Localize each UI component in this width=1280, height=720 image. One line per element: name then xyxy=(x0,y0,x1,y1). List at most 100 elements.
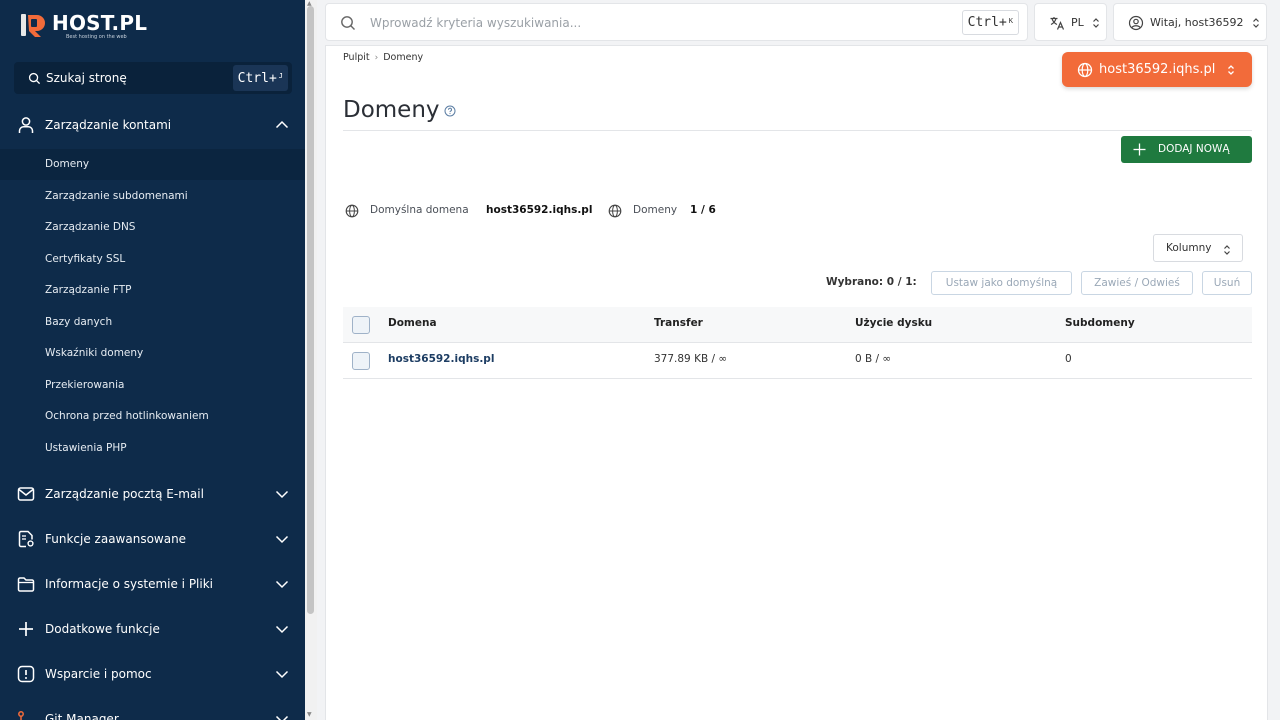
scroll-down-arrow-icon[interactable]: ▼ xyxy=(307,711,312,718)
domains-count-value: 1 / 6 xyxy=(690,204,716,216)
table-row: host36592.iqhs.pl 377.89 KB / ∞ 0 B / ∞ … xyxy=(343,343,1252,379)
suspend-button[interactable]: Zawieś / Odwieś xyxy=(1081,271,1193,295)
default-domain-value: host36592.iqhs.pl xyxy=(486,204,593,216)
scroll-up-arrow-icon[interactable]: ▲ xyxy=(307,0,312,7)
disk-usage-value: 0 B / ∞ xyxy=(855,353,892,365)
page-search-label: Szukaj stronę xyxy=(46,71,127,85)
nav-group-label: Funkcje zaawansowane xyxy=(45,532,187,546)
nav-group-label: Zarządzanie kontami xyxy=(45,118,172,132)
translate-icon xyxy=(1050,17,1065,30)
domains-count-label: Domeny xyxy=(633,204,678,216)
sidebar-item-ssl[interactable]: Certyfikaty SSL xyxy=(0,244,305,275)
page-search-button[interactable]: Szukaj stronę Ctrl+ J xyxy=(14,62,292,94)
search-icon xyxy=(28,72,41,84)
sidebar-item-ftp[interactable]: Zarządzanie FTP xyxy=(0,275,305,306)
delete-button[interactable]: Usuń xyxy=(1202,271,1252,295)
sidebar: HOST.PL Best hosting on the web Szukaj s… xyxy=(0,0,305,720)
sidebar-item-domain-pointers[interactable]: Wskaźniki domeny xyxy=(0,338,305,369)
language-label: PL xyxy=(1071,16,1084,29)
updown-icon xyxy=(1228,65,1234,75)
global-search-input[interactable] xyxy=(370,12,950,34)
domain-summary: Domyślna domena host36592.iqhs.pl Domeny… xyxy=(345,203,845,219)
chevron-up-icon xyxy=(275,120,289,129)
sidebar-item-domeny[interactable]: Domeny xyxy=(0,149,305,180)
chevron-down-icon xyxy=(275,715,289,720)
language-selector[interactable]: PL xyxy=(1034,3,1107,41)
nav-group-git[interactable]: Git Manager xyxy=(0,707,305,720)
title-divider xyxy=(343,130,1252,131)
sidebar-item-redirects[interactable]: Przekierowania xyxy=(0,370,305,401)
brand-name: HOST.PL xyxy=(52,11,148,35)
nav-group-extra[interactable]: Dodatkowe funkcje xyxy=(0,617,305,641)
columns-button[interactable]: Kolumny xyxy=(1153,234,1243,262)
nav-group-support[interactable]: Wsparcie i pomoc xyxy=(0,662,305,686)
globe-icon xyxy=(1077,62,1093,78)
breadcrumb-home-link[interactable]: Pulpit xyxy=(343,52,370,63)
updown-icon xyxy=(1253,18,1259,28)
nav-group-label: Git Manager xyxy=(45,712,119,720)
column-header-domain[interactable]: Domena xyxy=(388,317,437,329)
set-default-button[interactable]: Ustaw jako domyślną xyxy=(931,271,1072,295)
columns-label: Kolumny xyxy=(1166,242,1212,254)
nav-group-accounts[interactable]: Zarządzanie kontami xyxy=(0,113,305,137)
updown-icon xyxy=(1224,245,1230,255)
row-checkbox[interactable] xyxy=(352,352,370,370)
breadcrumb-separator-icon: › xyxy=(374,52,379,63)
nav-group-label: Zarządzanie pocztą E-mail xyxy=(45,487,204,501)
updown-icon xyxy=(1093,18,1099,28)
table-header: Domena Transfer Użycie dysku Subdomeny xyxy=(343,307,1252,343)
global-search[interactable]: Ctrl+K xyxy=(325,3,1028,41)
plus-icon xyxy=(19,622,33,636)
nav-group-label: Wsparcie i pomoc xyxy=(45,667,152,681)
nav-group-advanced[interactable]: Funkcje zaawansowane xyxy=(0,527,305,551)
folder-icon xyxy=(17,577,35,592)
chevron-down-icon xyxy=(275,580,289,589)
chevron-down-icon xyxy=(275,625,289,634)
domain-link[interactable]: host36592.iqhs.pl xyxy=(388,353,494,365)
nav-group-email[interactable]: Zarządzanie pocztą E-mail xyxy=(0,482,305,506)
globe-icon xyxy=(345,204,359,218)
sidebar-scrollbar-thumb[interactable] xyxy=(307,6,314,614)
logo-mark-icon xyxy=(20,12,46,38)
shortcut-hint: Ctrl+ K xyxy=(961,10,1019,35)
column-header-subdomains[interactable]: Subdomeny xyxy=(1065,317,1135,329)
breadcrumb: Pulpit › Domeny xyxy=(343,52,423,63)
chevron-down-icon xyxy=(275,535,289,544)
user-menu[interactable]: Witaj, host36592 xyxy=(1113,3,1267,41)
nav-group-label: Informacje o systemie i Pliki xyxy=(45,577,214,591)
column-header-transfer[interactable]: Transfer xyxy=(654,317,703,329)
shortcut-hint: Ctrl+ J xyxy=(232,65,288,91)
plus-icon xyxy=(1133,143,1146,156)
subdomains-count: 0 xyxy=(1065,353,1072,365)
nav-group-label: Dodatkowe funkcje xyxy=(45,622,160,636)
advanced-settings-icon xyxy=(18,530,34,548)
sidebar-item-hotlink[interactable]: Ochrona przed hotlinkowaniem xyxy=(0,401,305,432)
add-domain-button[interactable]: DODAJ NOWĄ xyxy=(1121,136,1252,163)
sidebar-item-dns[interactable]: Zarządzanie DNS xyxy=(0,212,305,243)
user-circle-icon xyxy=(1128,15,1144,31)
nav-group-system-files[interactable]: Informacje o systemie i Pliki xyxy=(0,572,305,596)
sidebar-item-databases[interactable]: Bazy danych xyxy=(0,307,305,338)
sidebar-item-subdomains[interactable]: Zarządzanie subdomenami xyxy=(0,181,305,212)
chevron-down-icon xyxy=(275,670,289,679)
sidebar-item-php[interactable]: Ustawienia PHP xyxy=(0,433,305,464)
alert-icon xyxy=(17,665,35,683)
chevron-down-icon xyxy=(275,490,289,499)
user-greeting: Witaj, host36592 xyxy=(1150,16,1244,29)
globe-icon xyxy=(608,204,622,218)
select-all-checkbox[interactable] xyxy=(352,316,370,334)
domains-table: Domena Transfer Użycie dysku Subdomeny h… xyxy=(343,307,1252,379)
breadcrumb-current: Domeny xyxy=(383,52,424,63)
search-icon xyxy=(341,16,355,30)
selected-count: Wybrano: 0 / 1: xyxy=(826,276,917,288)
transfer-value: 377.89 KB / ∞ xyxy=(654,353,728,365)
help-icon[interactable] xyxy=(444,105,456,117)
default-domain-label: Domyślna domena xyxy=(370,204,469,216)
add-domain-label: DODAJ NOWĄ xyxy=(1158,143,1230,155)
column-header-disk[interactable]: Użycie dysku xyxy=(855,317,932,329)
page-title: Domeny xyxy=(343,97,440,123)
account-selector[interactable]: host36592.iqhs.pl xyxy=(1062,52,1252,87)
user-icon xyxy=(18,117,34,133)
git-icon xyxy=(18,711,24,720)
brand-logo[interactable]: HOST.PL Best hosting on the web xyxy=(20,12,147,40)
